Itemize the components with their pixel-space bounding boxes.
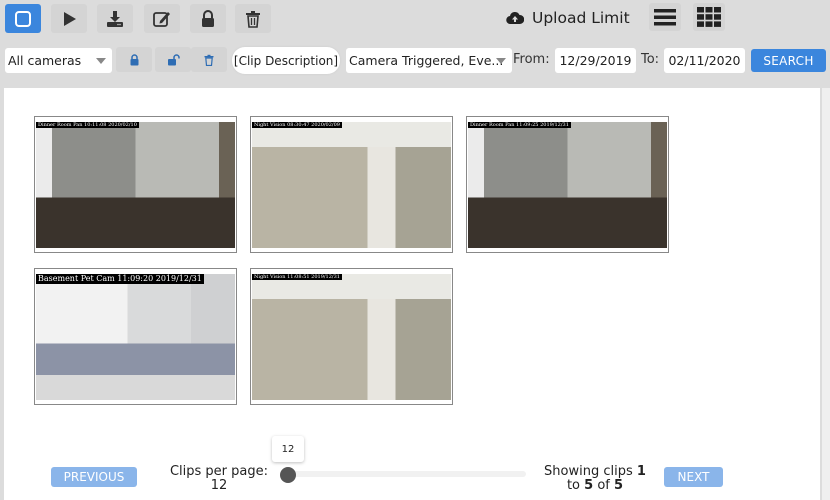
from-date-input[interactable]: 12/29/2019 xyxy=(555,48,636,73)
clips-per-page-slider[interactable] xyxy=(288,471,526,477)
clip-timestamp: Night Vision 08:30:47 2020/02/09 xyxy=(252,122,342,128)
clip-thumbnail[interactable]: Basement Pet Cam 11:09:20 2019/12/31 xyxy=(34,268,237,405)
clip-timestamp: Night Vision 11:08:51 2019/12/31 xyxy=(252,274,342,280)
clip-image: Dinner Room Pan 10:11:08 2020/02/10 xyxy=(36,122,235,248)
upload-limit-button[interactable]: Upload Limit xyxy=(506,6,630,30)
trigger-type-select[interactable]: Camera Triggered, Eve... xyxy=(346,48,512,73)
edit-icon xyxy=(153,11,170,27)
previous-button[interactable]: PREVIOUS xyxy=(51,467,137,487)
delete-button[interactable] xyxy=(235,4,271,33)
grid-view-button[interactable] xyxy=(693,3,725,31)
from-date-value: 12/29/2019 xyxy=(559,53,632,68)
main-toolbar: Upload Limit xyxy=(0,0,830,38)
lock-icon xyxy=(130,53,138,65)
select-all-button[interactable] xyxy=(5,4,41,33)
cloud-upload-icon xyxy=(506,11,524,25)
play-button[interactable] xyxy=(51,4,87,33)
showing-prefix: Showing clips xyxy=(544,464,633,479)
clips-per-page-label: Clips per page: xyxy=(169,464,269,479)
square-icon xyxy=(15,10,31,27)
clip-description-value: [Clip Description] xyxy=(233,53,339,68)
list-view-icon xyxy=(654,9,676,26)
clip-timestamp: Dinner Room Pan 10:11:08 2020/02/10 xyxy=(36,122,139,128)
chevron-down-icon xyxy=(96,58,106,64)
clips-per-page: Clips per page: 12 xyxy=(166,465,272,493)
lock-icon xyxy=(202,9,214,27)
to-date-input[interactable]: 02/11/2020 xyxy=(664,48,745,73)
from-label: From: xyxy=(513,52,550,67)
clip-thumbnail[interactable]: Dinner Room Pan 11:09:25 2019/12/31 xyxy=(466,116,669,253)
lock-clips-button[interactable] xyxy=(116,47,152,72)
clips-per-page-value: 12 xyxy=(210,478,228,493)
clip-thumbnail[interactable]: Night Vision 08:30:47 2020/02/09 xyxy=(250,116,453,253)
next-button[interactable]: NEXT xyxy=(664,467,723,487)
delete-clips-button[interactable] xyxy=(191,47,227,72)
showing-to: 5 xyxy=(584,478,594,493)
clip-thumbnail[interactable]: Dinner Room Pan 10:11:08 2020/02/10 xyxy=(34,116,237,253)
showing-of-word: of xyxy=(597,478,610,493)
slider-handle[interactable] xyxy=(280,467,296,483)
scrollbar[interactable] xyxy=(822,88,830,500)
clip-image: Night Vision 08:30:47 2020/02/09 xyxy=(252,122,451,248)
trash-icon xyxy=(204,54,214,66)
clip-image: Dinner Room Pan 11:09:25 2019/12/31 xyxy=(468,122,667,248)
unlock-clips-button[interactable] xyxy=(155,47,191,72)
clip-image: Basement Pet Cam 11:09:20 2019/12/31 xyxy=(36,274,235,400)
trash-icon xyxy=(246,10,260,28)
download-button[interactable] xyxy=(97,4,133,33)
list-view-button[interactable] xyxy=(649,3,681,31)
showing-clips-status: Showing clips 1 to 5 of 5 xyxy=(540,465,650,493)
clip-timestamp: Basement Pet Cam 11:09:20 2019/12/31 xyxy=(36,274,204,284)
edit-button[interactable] xyxy=(144,4,180,33)
clip-description-input[interactable]: [Clip Description] xyxy=(232,47,340,74)
clip-timestamp: Dinner Room Pan 11:09:25 2019/12/31 xyxy=(468,122,571,128)
upload-limit-label: Upload Limit xyxy=(532,9,630,27)
camera-select-value: All cameras xyxy=(8,53,82,68)
trigger-type-value: Camera Triggered, Eve... xyxy=(349,53,504,68)
unlock-icon xyxy=(167,53,180,65)
to-label: To: xyxy=(641,52,660,67)
play-icon xyxy=(64,11,76,26)
showing-total: 5 xyxy=(614,478,624,493)
to-date-value: 02/11/2020 xyxy=(668,53,741,68)
showing-to-word: to xyxy=(566,478,580,493)
camera-select[interactable]: All cameras xyxy=(5,48,112,73)
slider-tooltip: 12 xyxy=(272,436,304,462)
clip-image: Night Vision 11:08:51 2019/12/31 xyxy=(252,274,451,400)
chevron-down-icon xyxy=(496,58,506,64)
download-icon xyxy=(107,10,123,27)
filter-bar: All cameras [Clip Description] Camera Tr… xyxy=(0,40,830,82)
showing-from: 1 xyxy=(636,464,646,479)
lock-button[interactable] xyxy=(190,4,226,33)
grid-view-icon xyxy=(697,7,721,27)
search-button[interactable]: SEARCH xyxy=(751,49,826,72)
clip-thumbnail[interactable]: Night Vision 11:08:51 2019/12/31 xyxy=(250,268,453,405)
